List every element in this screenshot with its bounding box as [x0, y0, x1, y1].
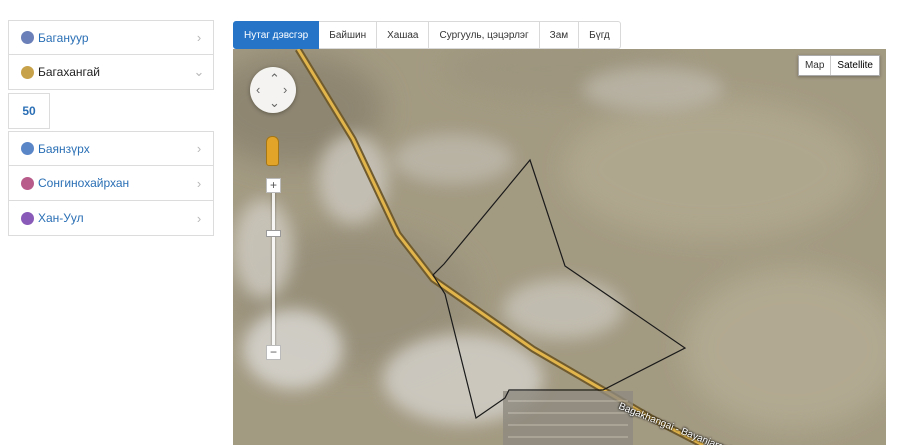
pan-up-icon[interactable]: ⌃ [269, 72, 280, 85]
sidebar-item-khan-uul[interactable]: Хан-Уул › [8, 201, 214, 236]
count-badge: 50 [8, 92, 50, 129]
sidebar-item-label: Багануур [38, 30, 89, 45]
zoom-out-button[interactable]: − [266, 345, 281, 360]
chevron-right-icon: › [196, 175, 202, 191]
emblem-icon [21, 142, 34, 155]
chevron-down-icon: ⌄ [193, 64, 205, 79]
sidebar-item-baganuur[interactable]: Багануур › [8, 20, 214, 55]
map-type-satellite-button[interactable]: Satellite [830, 56, 879, 75]
page: Багануур › Багахангай ⌄ 50 Баянзүрх › Со… [0, 0, 898, 445]
tab-schools[interactable]: Сургууль, цэцэрлэг [429, 21, 540, 49]
pan-control[interactable]: ⌃ ⌄ ‹ › [250, 67, 296, 113]
sidebar-item-bagakhangai[interactable]: Багахангай ⌄ [8, 55, 214, 90]
sidebar-item-bayanzurkh[interactable]: Баянзүрх › [8, 131, 214, 166]
tab-fences[interactable]: Хашаа [377, 21, 430, 49]
chevron-right-icon: › [196, 141, 202, 156]
district-sidebar: Багануур › Багахангай ⌄ 50 Баянзүрх › Со… [8, 20, 214, 236]
chevron-right-icon: › [196, 30, 202, 45]
tab-buildings[interactable]: Байшин [319, 21, 378, 49]
street-view-pegman-icon[interactable] [266, 136, 279, 166]
emblem-icon [21, 176, 34, 190]
pan-left-icon[interactable]: ‹ [256, 83, 260, 96]
sidebar-item-label: Баянзүрх [38, 141, 90, 156]
map-type-control: Map Satellite [797, 55, 880, 76]
category-tabs: Нутаг дэвсгэр Байшин Хашаа Сургууль, цэц… [233, 21, 621, 49]
pan-down-icon[interactable]: ⌄ [269, 96, 280, 109]
count-row: 50 [8, 90, 214, 131]
tab-roads[interactable]: Зам [539, 21, 580, 49]
emblem-icon [21, 211, 34, 225]
tab-territory[interactable]: Нутаг дэвсгэр [233, 21, 320, 49]
sidebar-item-songinokhairkhan[interactable]: Сонгинохайрхан › [8, 166, 214, 201]
zoom-slider-track[interactable] [272, 182, 275, 352]
chevron-right-icon: › [196, 210, 202, 226]
zoom-slider-handle[interactable] [266, 230, 281, 237]
tab-all[interactable]: Бүгд [579, 21, 621, 49]
emblem-icon [21, 65, 34, 79]
satellite-map[interactable]: Map Satellite ⌃ ⌄ ‹ › + − Bagakhangai - … [233, 49, 886, 445]
map-type-map-button[interactable]: Map [799, 56, 830, 75]
sidebar-item-label: Хан-Уул [38, 211, 84, 225]
sidebar-item-label: Багахангай [38, 65, 100, 79]
map-imagery [233, 49, 886, 445]
emblem-icon [21, 31, 34, 44]
zoom-in-button[interactable]: + [266, 178, 281, 193]
sidebar-item-label: Сонгинохайрхан [38, 176, 130, 190]
pan-right-icon[interactable]: › [283, 83, 287, 96]
